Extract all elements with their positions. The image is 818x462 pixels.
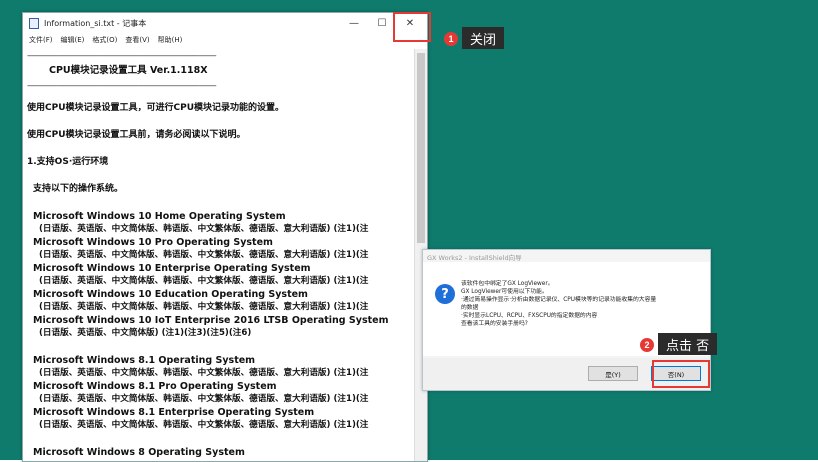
notepad-window: Information_si.txt - 记事本 — ☐ ✕ 文件(F) 编辑(…	[22, 12, 428, 462]
menu-edit[interactable]: 编辑(E)	[61, 35, 85, 45]
dialog-line: GX LogViewer可使用以下功能。	[461, 289, 548, 295]
os-name: Microsoft Windows 10 Enterprise Operatin…	[33, 263, 311, 274]
os-langs: (日语版、英语版、中文简体版、韩语版、中文繁体版、德语版、意大利语版) (注1)…	[39, 250, 369, 260]
os-list-win81: Microsoft Windows 8.1 Operating System (…	[27, 354, 413, 432]
question-icon: ?	[435, 284, 455, 304]
os-langs: (日语版、英语版、中文简体版、韩语版、中文繁体版、德语版、意大利语版) (注1)…	[39, 420, 369, 430]
minimize-button[interactable]: —	[341, 13, 367, 33]
os-name: Microsoft Windows 10 IoT Enterprise 2016…	[33, 315, 389, 326]
close-highlight-box	[393, 12, 431, 42]
os-name: Microsoft Windows 10 Home Operating Syst…	[33, 211, 286, 222]
dialog-line: ·实时显示LCPU、RCPU、FXSCPU的指定数据的内容	[461, 313, 598, 319]
os-name: Microsoft Windows 8.1 Enterprise Operati…	[33, 407, 315, 418]
menu-bar: 文件(F) 编辑(E) 格式(O) 查看(V) 帮助(H)	[23, 33, 427, 47]
dialog-line: 的数据	[461, 305, 479, 311]
paragraph-2: 使用CPU模块记录设置工具前，请务必阅读以下说明。	[27, 130, 246, 140]
maximize-button[interactable]: ☐	[369, 13, 395, 33]
separator-line: ----------------------------------------…	[27, 51, 217, 60]
os-langs: (日语版、英语版、中文简体版、韩语版、中文繁体版、德语版、意大利语版) (注1)…	[39, 394, 369, 404]
os-langs: (日语版、英语版、中文简体版、韩语版、中文繁体版、德语版、意大利语版) (注1)…	[39, 276, 369, 286]
step-badge-1: 1	[444, 32, 458, 46]
callout-no-label: 点击 否	[658, 333, 718, 355]
no-button-highlight-box	[652, 360, 710, 388]
os-langs: (日语版、英语版、中文简体版、韩语版、中文繁体版、德语版、意大利语版) (注1)…	[39, 368, 369, 378]
os-langs: (日语版、英语版、中文简体版、韩语版、中文繁体版、德语版、意大利语版) (注1)…	[39, 224, 369, 234]
os-name: Microsoft Windows 8.1 Operating System	[33, 355, 256, 366]
dialog-title: GX Works2 - InstallShield向导	[427, 254, 522, 262]
document-title: CPU模块记录设置工具 Ver.1.118X	[49, 65, 208, 76]
notepad-titlebar[interactable]: Information_si.txt - 记事本 — ☐ ✕	[23, 13, 427, 33]
separator-line: ----------------------------------------…	[27, 81, 217, 90]
os-list-win10: Microsoft Windows 10 Home Operating Syst…	[27, 210, 413, 340]
menu-view[interactable]: 查看(V)	[125, 35, 149, 45]
menu-format[interactable]: 格式(O)	[92, 35, 117, 45]
callout-close-label: 关闭	[462, 27, 505, 49]
notepad-app-icon	[29, 17, 39, 29]
dialog-message: 该软件包中绑定了GX LogViewer。 GX LogViewer可使用以下功…	[461, 280, 656, 328]
os-name: Microsoft Windows 8.1 Pro Operating Syst…	[33, 381, 277, 392]
menu-help[interactable]: 帮助(H)	[158, 35, 183, 45]
dialog-line: 查看该工具的安装手册吗?	[461, 321, 528, 327]
scrollbar-thumb[interactable]	[417, 53, 425, 243]
os-name: Microsoft Windows 10 Pro Operating Syste…	[33, 237, 273, 248]
paragraph-1: 使用CPU模块记录设置工具，可进行CPU模块记录功能的设置。	[27, 103, 285, 113]
section-subtext: 支持以下的操作系统。	[33, 184, 124, 194]
section-heading: 1.支持OS·运行环境	[27, 157, 109, 167]
dialog-line: ·通过简易操作显示·分析由数据记录仪、CPU模块等的记录功能收集的大容量	[461, 297, 657, 303]
window-title: Information_si.txt - 记事本	[44, 18, 147, 28]
os-name: Microsoft Windows 8 Operating System	[33, 447, 245, 458]
os-langs: (日语版、英语版、中文简体版) (注1)(注3)(注5)(注6)	[39, 328, 252, 338]
step-badge-2: 2	[640, 338, 654, 352]
os-langs: (日语版、英语版、中文简体版、韩语版、中文繁体版、德语版、意大利语版) (注1)…	[39, 302, 369, 312]
os-list-win8: Microsoft Windows 8 Operating System	[27, 446, 413, 459]
yes-button[interactable]: 是(Y)	[588, 366, 638, 381]
dialog-line: 该软件包中绑定了GX LogViewer。	[461, 281, 554, 287]
menu-file[interactable]: 文件(F)	[29, 35, 53, 45]
text-content-area[interactable]: ----------------------------------------…	[27, 49, 413, 461]
os-name: Microsoft Windows 10 Education Operating…	[33, 289, 308, 300]
